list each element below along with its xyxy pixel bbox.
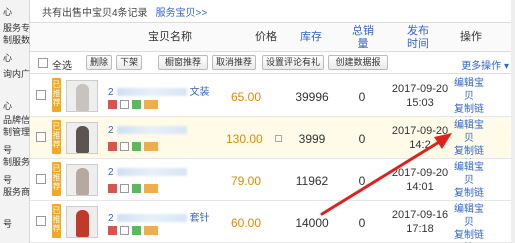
red-annotation-arrow-icon [320, 133, 452, 216]
